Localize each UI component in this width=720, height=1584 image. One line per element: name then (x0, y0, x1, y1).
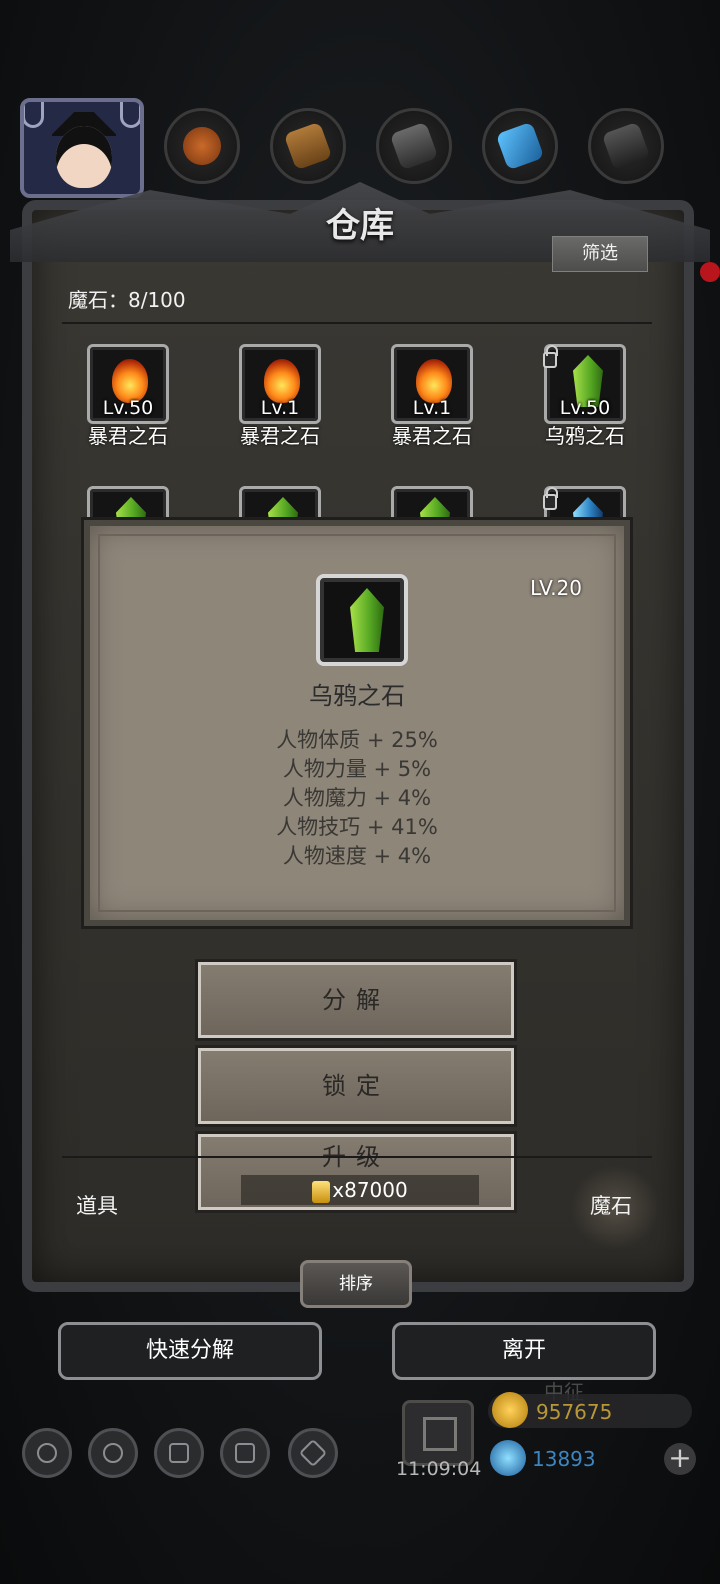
iron-resource-icon[interactable] (376, 108, 452, 184)
gem-icon (490, 1440, 526, 1476)
lock-button[interactable]: 锁定 (198, 1048, 514, 1124)
shop-icon[interactable] (154, 1428, 204, 1478)
stat-line: 人物力量 + 5% (282, 757, 432, 781)
avatar-face (56, 126, 112, 188)
gold-icon (492, 1392, 528, 1428)
wood-resource-icon[interactable] (270, 108, 346, 184)
item-slot-1[interactable]: Lv.50 (87, 344, 169, 424)
item-name: 暴君之石 (392, 424, 472, 448)
mail-icon[interactable] (220, 1428, 270, 1478)
gift-timer: 11:09:04 (396, 1458, 482, 1480)
gift-icon[interactable] (402, 1400, 474, 1466)
lock-icon (543, 487, 558, 510)
tab-magic-stone[interactable]: 魔石 (590, 1190, 632, 1220)
detail-level: LV.20 (530, 576, 582, 600)
gold-coin-icon (312, 1180, 331, 1203)
quick-decompose-button[interactable]: 快速分解 (58, 1322, 322, 1380)
detail-item-icon (316, 574, 408, 666)
tab-divider (62, 1156, 652, 1158)
add-currency-button[interactable]: + (664, 1443, 696, 1475)
stat-line: 人物技巧 + 41% (276, 815, 438, 839)
map-icon[interactable] (288, 1428, 338, 1478)
decompose-label: 分解 (322, 986, 390, 1014)
lock-label: 锁定 (322, 1072, 390, 1100)
stat-line: 人物速度 + 4% (282, 844, 432, 868)
stat-line: 人物魔力 + 4% (282, 786, 432, 810)
avatar-wing-right (120, 102, 140, 128)
item-level: Lv.50 (559, 397, 611, 419)
detail-item-name: 乌鸦之石 (309, 682, 405, 710)
upgrade-button[interactable]: 升级 x87000 (198, 1134, 514, 1210)
item-name: 乌鸦之石 (545, 424, 625, 448)
settings-icon[interactable] (22, 1428, 72, 1478)
divider (62, 322, 652, 324)
leather-resource-icon[interactable] (164, 108, 240, 184)
filter-button[interactable]: 筛选 (552, 236, 648, 272)
gem-amount: 13893 (532, 1447, 596, 1471)
detail-stats: 人物体质 + 25% 人物力量 + 5% 人物魔力 + 4% 人物技巧 + 41… (90, 726, 624, 871)
leave-button[interactable]: 离开 (392, 1322, 656, 1380)
item-name: 暴君之石 (240, 424, 320, 448)
crystal-resource-icon[interactable] (482, 108, 558, 184)
sort-button[interactable]: 排序 (300, 1260, 412, 1308)
item-detail-popup: LV.20 乌鸦之石 人物体质 + 25% 人物力量 + 5% 人物魔力 + 4… (84, 520, 630, 926)
decompose-button[interactable]: 分解 (198, 962, 514, 1038)
notification-dot (700, 262, 720, 282)
item-level: Lv.1 (260, 397, 300, 419)
player-avatar[interactable] (20, 98, 144, 198)
steel-resource-icon[interactable] (588, 108, 664, 184)
upgrade-cost: x87000 (241, 1175, 479, 1205)
avatar-wing-left (24, 102, 44, 128)
lock-icon (543, 345, 558, 368)
item-name: 暴君之石 (88, 424, 168, 448)
green-crystal-icon (350, 588, 384, 652)
upgrade-cost-value: x87000 (332, 1178, 408, 1202)
item-slot-3[interactable]: Lv.1 (391, 344, 473, 424)
achievement-icon[interactable] (88, 1428, 138, 1478)
item-slot-2[interactable]: Lv.1 (239, 344, 321, 424)
stone-count: 魔石：8/100 (68, 288, 186, 312)
tab-items[interactable]: 道具 (76, 1190, 118, 1220)
stat-line: 人物体质 + 25% (276, 728, 438, 752)
gold-amount: 957675 (536, 1400, 613, 1424)
item-level: Lv.50 (102, 397, 154, 419)
item-level: Lv.1 (412, 397, 452, 419)
